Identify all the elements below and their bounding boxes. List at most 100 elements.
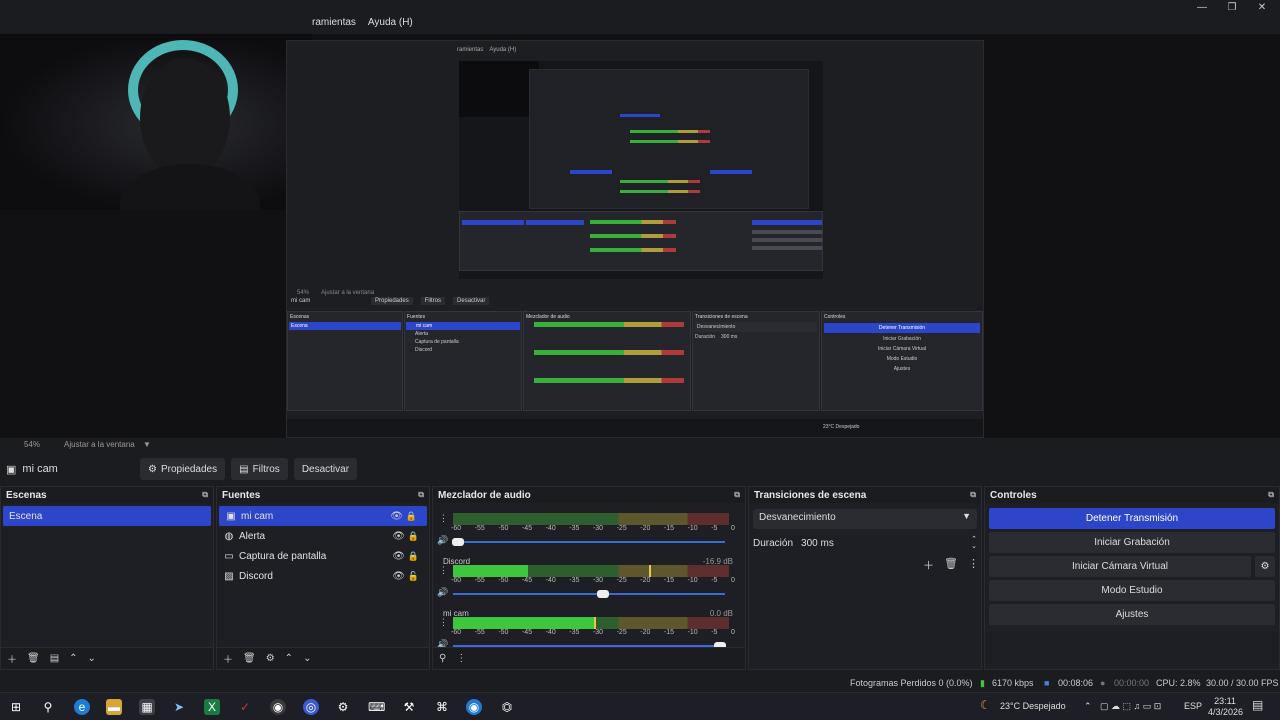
eye-icon[interactable]: 👁 (392, 551, 405, 562)
virtual-camera-settings-button[interactable]: ⚙ (1255, 556, 1275, 577)
nested-cam (459, 61, 539, 117)
zoom-fit-label[interactable]: Ajustar a la ventana (64, 440, 135, 449)
tray-icons[interactable]: ▢ ☁ ⬚ ♫ ▭ ⊡ (1100, 701, 1161, 712)
add-icon[interactable]: ＋ (223, 651, 233, 666)
menu-bar: ramientas Ayuda (H) (312, 17, 413, 28)
speaker-icon[interactable]: 🔊 (437, 535, 448, 546)
gamepad-icon[interactable]: ⌘ (434, 699, 450, 715)
preview-canvas[interactable]: ramientas Ayuda (H) 54% Ajustar a la ven… (0, 34, 1280, 438)
volume-slider-handle[interactable] (596, 590, 609, 598)
speaker-icon[interactable]: 🔊 (437, 587, 448, 598)
volume-slider-handle[interactable] (452, 538, 465, 546)
add-icon[interactable]: ＋ (7, 651, 17, 666)
spin-arrows-icon[interactable]: ⌃ ⌄ (971, 536, 977, 550)
kebab-menu-icon[interactable]: ⋮ (439, 565, 448, 576)
kebab-menu-icon[interactable]: ⋮ (456, 653, 466, 664)
chevron-up-icon[interactable]: ⌃ (285, 653, 293, 664)
lock-icon[interactable]: 🔒 (406, 511, 417, 522)
store-icon[interactable]: ▦ (139, 699, 155, 715)
steam-icon[interactable]: ⚙ (335, 699, 351, 715)
source-item-captura[interactable]: ▭ Captura de pantalla 👁 🔒 (217, 546, 429, 566)
windows-start-icon[interactable]: ⊞ (8, 699, 24, 715)
app-icon[interactable]: ✓ (237, 699, 253, 715)
close-button[interactable]: ✕ (1248, 2, 1276, 14)
duration-input[interactable]: 300 ms (801, 538, 963, 549)
edge-icon[interactable]: e (74, 699, 90, 715)
maximize-button[interactable]: ❐ (1218, 2, 1246, 14)
start-recording-button[interactable]: Iniciar Grabación (989, 532, 1275, 553)
send-icon[interactable]: ➤ (171, 699, 187, 715)
transition-select[interactable]: Desvanecimiento ▼ (753, 509, 977, 529)
filters-button[interactable]: ▤ Filtros (231, 458, 288, 480)
stop-streaming-button[interactable]: Detener Transmisión (989, 508, 1275, 529)
minimize-button[interactable]: — (1188, 2, 1216, 14)
popout-icon[interactable]: ⧉ (1268, 490, 1274, 500)
trash-icon[interactable]: 🗑 (243, 653, 256, 664)
studio-mode-button[interactable]: Modo Estudio (989, 580, 1275, 601)
popout-icon[interactable]: ⧉ (202, 490, 208, 500)
chrome-icon[interactable]: ◎ (303, 699, 319, 715)
trash-icon[interactable]: 🗑 (27, 653, 40, 664)
gear-icon[interactable]: ⚙ (266, 653, 275, 664)
nested-control: Modo Estudio (886, 356, 918, 362)
language-indicator[interactable]: ESP (1184, 701, 1202, 711)
eye-icon[interactable]: 👁 (392, 531, 405, 542)
scene-item[interactable]: Escena (3, 506, 211, 526)
chevron-up-icon[interactable]: ⌃ (69, 653, 77, 664)
source-item-alerta[interactable]: ◍ Alerta 👁 🔒 (217, 526, 429, 546)
source-item-mi-cam[interactable]: ▣ mi cam 👁 🔒 (219, 506, 427, 526)
person-head (140, 58, 230, 178)
notification-icon[interactable]: ▤ (1252, 698, 1263, 712)
pinned-app-icon[interactable]: ⏣ (499, 699, 515, 715)
disable-button[interactable]: Desactivar (293, 458, 358, 480)
search-icon[interactable]: ⚲ (40, 699, 56, 715)
chevron-down-icon[interactable]: ⌄ (88, 653, 96, 664)
nested-mixer-dock: Mezclador de audio (523, 311, 691, 411)
popout-icon[interactable]: ⧉ (970, 490, 976, 500)
start-virtual-camera-button[interactable]: Iniciar Cámara Virtual (989, 556, 1251, 577)
meter-tick-label: -35 (569, 525, 580, 532)
popout-icon[interactable]: ⧉ (418, 490, 424, 500)
gear-icon: ⚙ (148, 463, 157, 475)
eye-icon[interactable]: 👁 (390, 511, 403, 522)
kebab-menu-icon[interactable]: ⋮ (439, 513, 448, 524)
tray-chevron-icon[interactable]: ⌃ (1084, 701, 1092, 712)
nested-control: Iniciar Grabación (883, 336, 921, 342)
eye-icon[interactable]: 👁 (392, 571, 405, 582)
browser-icon[interactable]: ◉ (466, 699, 482, 715)
meter-tick-label: -35 (569, 577, 580, 584)
lock-icon[interactable]: 🔒 (408, 551, 419, 562)
weather-icon[interactable]: ☾ (980, 698, 991, 712)
transition-select-value: Desvanecimiento (759, 512, 836, 523)
nested-props: Propiedades (371, 297, 413, 305)
chevron-down-icon[interactable]: ⌄ (303, 653, 311, 664)
clock[interactable]: 23:11 4/3/2026 (1208, 696, 1243, 718)
properties-button[interactable]: ⚙ Propiedades (140, 458, 226, 480)
source-item-discord[interactable]: ▨ Discord 👁 🔓 (217, 566, 429, 586)
volume-slider[interactable] (452, 538, 725, 546)
settings-button[interactable]: Ajustes (989, 604, 1275, 625)
terminal-icon[interactable]: ⌨ (368, 699, 385, 715)
trash-icon[interactable]: 🗑 (944, 557, 958, 573)
kebab-menu-icon[interactable]: ⋮ (439, 617, 448, 628)
add-icon[interactable]: ＋ (923, 557, 934, 573)
kebab-menu-icon[interactable]: ⋮ (968, 557, 979, 573)
menu-tools[interactable]: ramientas (312, 17, 356, 28)
mixer-channel: Discord -16.9 dB ⋮ -60 -55 -50 -45 -40 -35 -30… (433, 555, 745, 607)
nested-control: Ajustes (893, 366, 911, 372)
tool-icon[interactable]: ⚒ (401, 699, 417, 715)
lock-icon[interactable]: 🔒 (408, 531, 419, 542)
excel-icon[interactable]: X (204, 699, 220, 715)
obs-icon[interactable]: ◉ (270, 699, 286, 715)
zoom-dropdown-icon[interactable]: ▼ (143, 440, 151, 449)
filter-icon[interactable]: ▤ (50, 653, 59, 664)
menu-help[interactable]: Ayuda (H) (368, 17, 413, 28)
weather-text[interactable]: 23°C Despejado (1000, 701, 1066, 711)
folder-icon[interactable]: ▬ (106, 699, 122, 715)
unlock-icon[interactable]: 🔓 (408, 571, 419, 582)
zoom-level[interactable]: 54% (24, 440, 40, 449)
volume-slider[interactable] (453, 590, 725, 598)
link-icon[interactable]: ⚲ (439, 653, 446, 664)
popout-icon[interactable]: ⧉ (734, 490, 740, 500)
sources-toolbar: ＋ 🗑 ⚙ ⌃ ⌄ (217, 647, 429, 669)
